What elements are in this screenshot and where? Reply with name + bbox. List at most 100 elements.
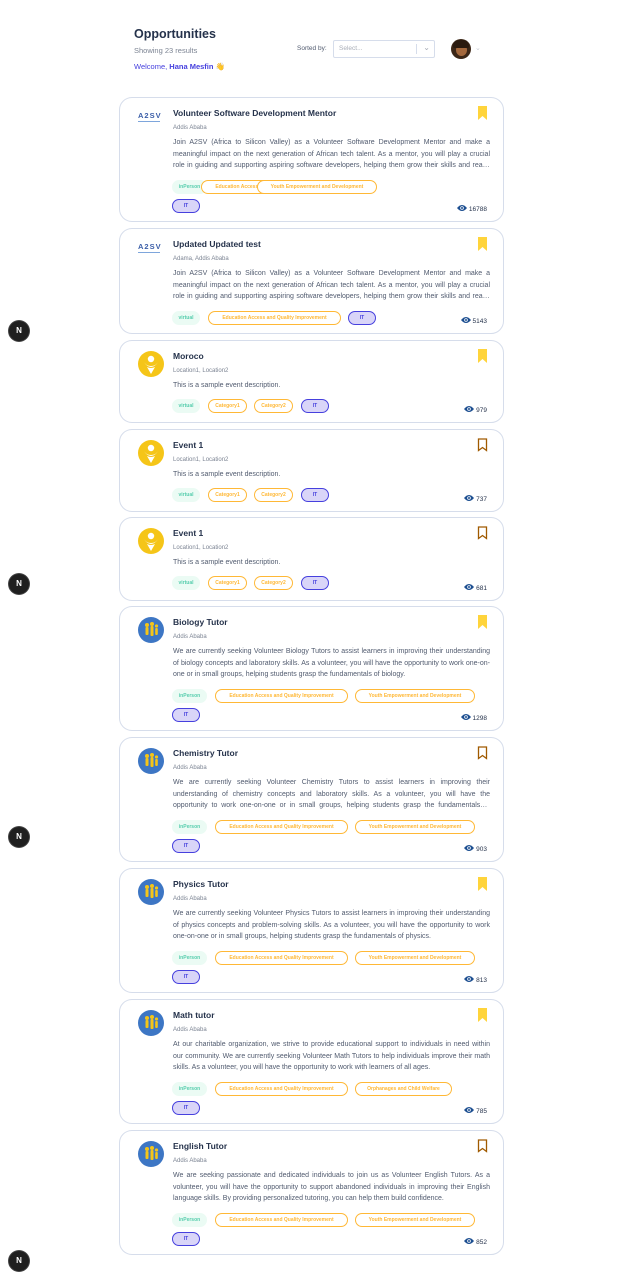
nextjs-dev-indicator-icon[interactable]: N bbox=[9, 574, 29, 594]
view-count-value: 1298 bbox=[472, 714, 487, 722]
opportunity-card[interactable]: Physics Tutor Addis Ababa We are currently… bbox=[119, 868, 504, 993]
eye-icon bbox=[464, 405, 475, 415]
opportunity-card[interactable]: Math tutor Addis Ababa At our charitable o… bbox=[119, 999, 504, 1124]
mode-tag: virtual bbox=[172, 576, 200, 590]
avatar-chevron-down-icon[interactable]: ⌄ bbox=[475, 44, 481, 52]
opportunity-card[interactable]: A2SV Volunteer Software Development Mento… bbox=[119, 97, 504, 222]
it-tag: IT bbox=[172, 1101, 200, 1115]
view-count: 813 bbox=[464, 975, 487, 985]
organization-logo bbox=[138, 617, 164, 643]
organization-logo bbox=[138, 1141, 164, 1167]
organization-logo bbox=[138, 440, 164, 466]
nextjs-dev-indicator-icon[interactable]: N bbox=[9, 321, 29, 341]
view-count-value: 737 bbox=[476, 495, 487, 503]
opportunity-card[interactable]: Chemistry Tutor Addis Ababa We are current… bbox=[119, 737, 504, 862]
sort-label: Sorted by: bbox=[297, 45, 327, 52]
card-title[interactable]: Event 1 bbox=[173, 440, 203, 450]
card-description: We are seeking passionate and dedicated … bbox=[173, 1172, 490, 1202]
bookmark-outline-icon[interactable] bbox=[477, 526, 488, 540]
it-tag: IT bbox=[301, 399, 329, 413]
chevron-down-icon[interactable]: ⌄ bbox=[423, 43, 430, 52]
eye-icon bbox=[464, 1237, 475, 1247]
eye-icon bbox=[460, 713, 471, 723]
logo-text: A2SV bbox=[138, 242, 162, 251]
opportunity-card[interactable]: Event 1 Location1, Location2 This is a sam… bbox=[119, 517, 504, 601]
card-description: This is a sample event description. bbox=[173, 471, 281, 478]
organization-logo bbox=[138, 351, 164, 377]
organization-logo bbox=[138, 528, 164, 554]
bookmark-filled-icon[interactable] bbox=[477, 237, 488, 251]
welcome-prefix: Welcome, bbox=[134, 62, 170, 71]
it-tag: IT bbox=[172, 199, 200, 213]
it-tag: IT bbox=[172, 839, 200, 853]
view-count: 979 bbox=[464, 405, 487, 415]
card-title[interactable]: Updated Updated test bbox=[173, 239, 261, 249]
category-tag: Education Access and Quality Improvement bbox=[215, 951, 348, 965]
select-divider bbox=[416, 44, 417, 54]
card-description: This is a sample event description. bbox=[173, 382, 281, 389]
it-tag: IT bbox=[301, 488, 329, 502]
category-tag: Education Access and Quality Improvement bbox=[215, 820, 348, 834]
card-description: Join A2SV (Africa to Silicon Valley) as … bbox=[173, 270, 490, 300]
view-count: 903 bbox=[464, 844, 487, 854]
card-title[interactable]: Biology Tutor bbox=[173, 617, 228, 627]
bookmark-filled-icon[interactable] bbox=[477, 615, 488, 629]
organization-logo: A2SV bbox=[138, 112, 164, 132]
card-description: We are currently seeking Volunteer Chemi… bbox=[173, 779, 490, 809]
sort-select[interactable]: Select... ⌄ bbox=[333, 40, 435, 58]
opportunity-card[interactable]: English Tutor Addis Ababa We are seeking p… bbox=[119, 1130, 504, 1255]
eye-icon bbox=[464, 844, 475, 854]
card-description: We are currently seeking Volunteer Biolo… bbox=[173, 648, 490, 678]
it-tag: IT bbox=[172, 970, 200, 984]
bookmark-filled-icon[interactable] bbox=[477, 106, 488, 120]
bookmark-outline-icon[interactable] bbox=[477, 438, 488, 452]
card-description: This is a sample event description. bbox=[173, 559, 281, 566]
nextjs-dev-indicator-icon[interactable]: N bbox=[9, 827, 29, 847]
logo-text: A2SV bbox=[138, 111, 162, 120]
opportunity-card[interactable]: Moroco Location1, Location2 This is a samp… bbox=[119, 340, 504, 423]
view-count-value: 903 bbox=[476, 845, 487, 853]
bookmark-outline-icon[interactable] bbox=[477, 1139, 488, 1153]
page-header: Opportunities Showing 23 results Welcome… bbox=[134, 26, 494, 76]
category-tag: Education Access and Quality Improvement bbox=[215, 689, 348, 703]
mode-tag: inPerson bbox=[172, 1213, 207, 1227]
avatar-hair bbox=[453, 40, 469, 48]
nextjs-dev-indicator-icon[interactable]: N bbox=[9, 1251, 29, 1271]
view-count: 852 bbox=[464, 1237, 487, 1247]
card-title[interactable]: English Tutor bbox=[173, 1141, 227, 1151]
bookmark-filled-icon[interactable] bbox=[477, 1008, 488, 1022]
it-tag: IT bbox=[348, 311, 376, 325]
category-tag: Youth Empowerment and Development bbox=[257, 180, 377, 194]
eye-icon bbox=[464, 975, 475, 985]
card-title[interactable]: Physics Tutor bbox=[173, 879, 229, 889]
avatar[interactable] bbox=[451, 39, 471, 59]
opportunity-card[interactable]: Biology Tutor Addis Ababa We are currently… bbox=[119, 606, 504, 731]
category-tag: Youth Empowerment and Development bbox=[355, 1213, 475, 1227]
category-tag: Youth Empowerment and Development bbox=[355, 820, 475, 834]
welcome-message: Welcome, Hana Mesfin 👋 bbox=[134, 62, 494, 71]
view-count-value: 681 bbox=[476, 584, 487, 592]
bookmark-filled-icon[interactable] bbox=[477, 349, 488, 363]
mode-tag: inPerson bbox=[172, 951, 207, 965]
view-count: 16788 bbox=[456, 204, 487, 214]
card-title[interactable]: Event 1 bbox=[173, 528, 203, 538]
card-location: Location1, Location2 bbox=[173, 368, 229, 374]
card-description: At our charitable organization, we striv… bbox=[173, 1041, 490, 1071]
card-title[interactable]: Volunteer Software Development Mentor bbox=[173, 108, 336, 118]
bookmark-filled-icon[interactable] bbox=[477, 877, 488, 891]
card-title[interactable]: Moroco bbox=[173, 351, 204, 361]
card-title[interactable]: Math tutor bbox=[173, 1010, 215, 1020]
category-tag: Category1 bbox=[208, 576, 247, 590]
card-title[interactable]: Chemistry Tutor bbox=[173, 748, 238, 758]
opportunity-card[interactable]: A2SV Updated Updated test Adama, Addis Aba… bbox=[119, 228, 504, 334]
opportunity-card[interactable]: Event 1 Location1, Location2 This is a sam… bbox=[119, 429, 504, 512]
card-location: Adama, Addis Ababa bbox=[173, 256, 229, 262]
view-count-value: 16788 bbox=[468, 205, 487, 213]
organization-logo bbox=[138, 748, 164, 774]
it-tag: IT bbox=[301, 576, 329, 590]
card-description: We are currently seeking Volunteer Physi… bbox=[173, 910, 490, 940]
view-count-value: 785 bbox=[476, 1107, 487, 1115]
view-count-value: 979 bbox=[476, 406, 487, 414]
card-location: Addis Ababa bbox=[173, 765, 207, 771]
bookmark-outline-icon[interactable] bbox=[477, 746, 488, 760]
